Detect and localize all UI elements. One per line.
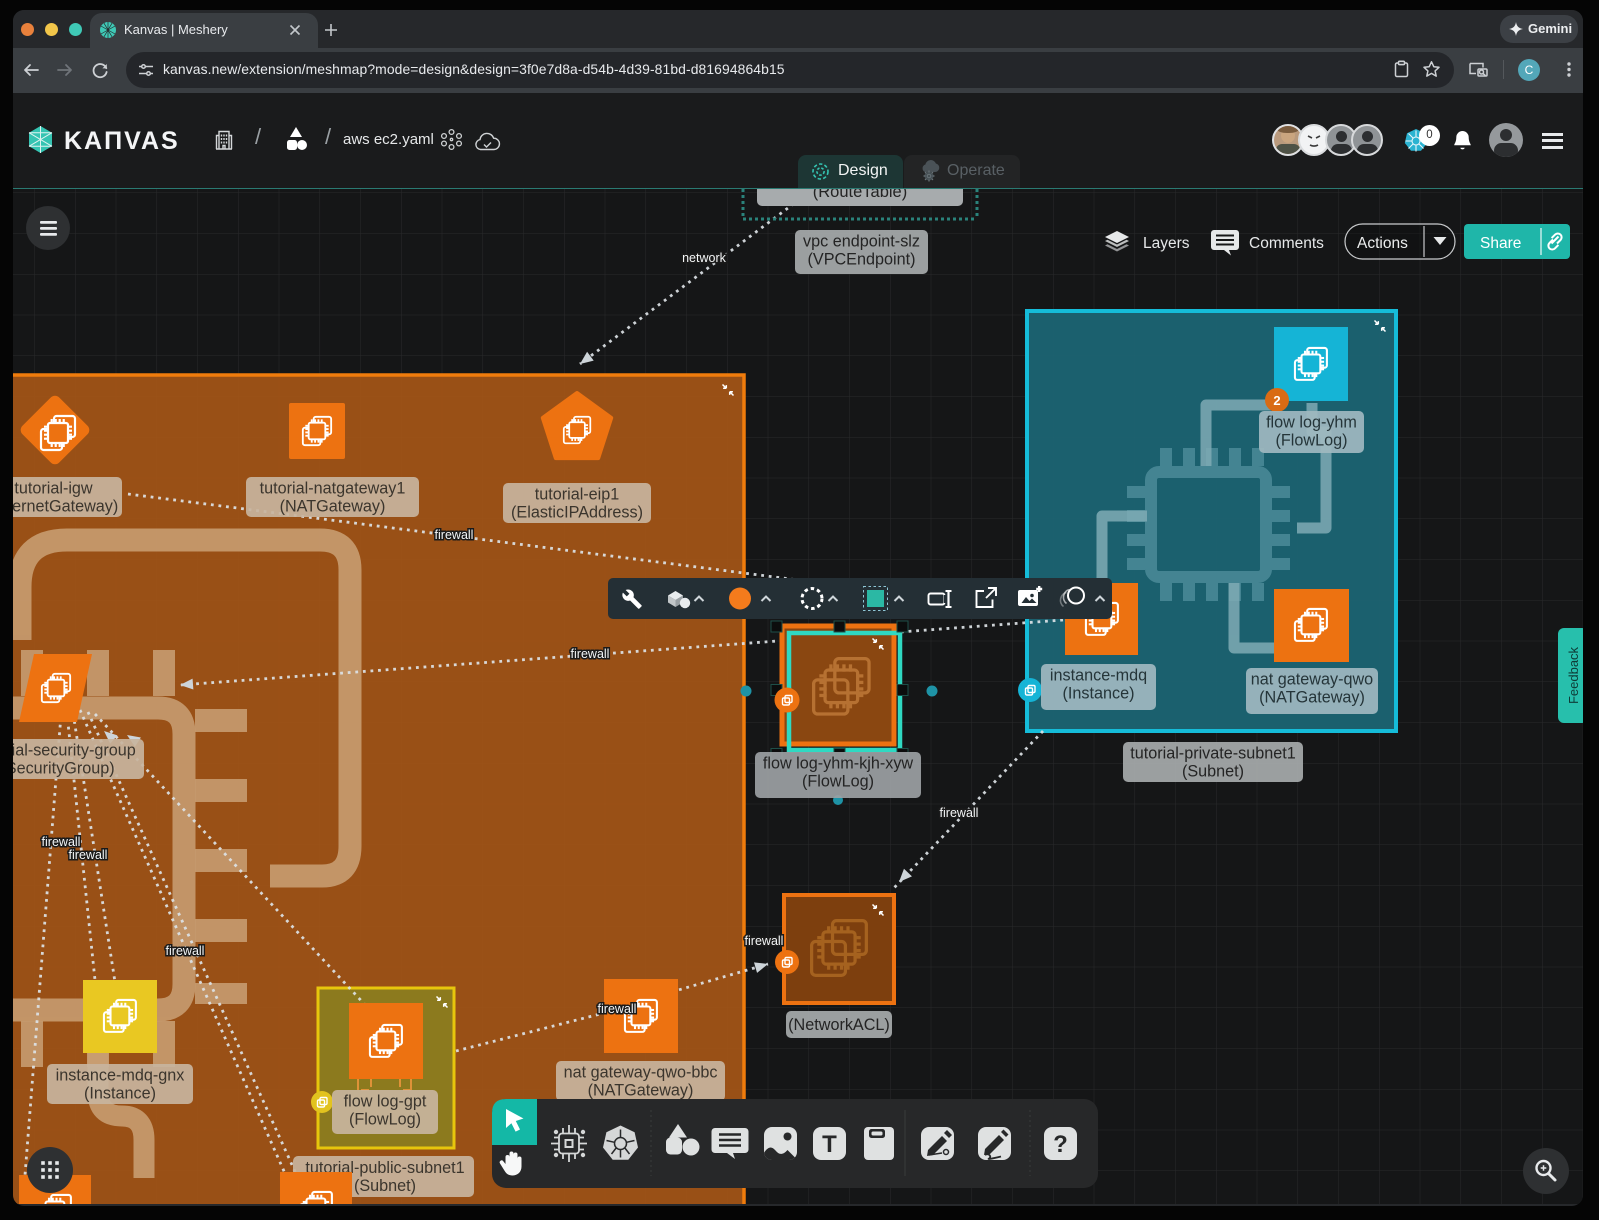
svg-text:flow log-yhm: flow log-yhm <box>1266 414 1357 432</box>
svg-text:Layers: Layers <box>1143 235 1190 252</box>
svg-text:network: network <box>682 251 727 265</box>
svg-text:tutorial-private-subnet1: tutorial-private-subnet1 <box>1130 745 1296 763</box>
svg-text:(Subnet): (Subnet) <box>354 1177 416 1195</box>
svg-text:(NATGateway): (NATGateway) <box>1259 689 1365 707</box>
svg-text:flow log-gpt: flow log-gpt <box>344 1093 427 1111</box>
svg-text:(ElasticIPAddress): (ElasticIPAddress) <box>511 504 643 522</box>
svg-text:(RouteTable): (RouteTable) <box>813 189 907 201</box>
svg-text:firewall: firewall <box>42 835 81 849</box>
svg-text:nat gateway-qwo-bbc: nat gateway-qwo-bbc <box>564 1064 718 1082</box>
svg-text:firewall: firewall <box>598 1002 637 1016</box>
svg-text:?: ? <box>1053 1131 1068 1158</box>
svg-text:firewall: firewall <box>69 848 108 862</box>
svg-text:(SecurityGroup): (SecurityGroup) <box>13 760 115 778</box>
svg-text:firewall: firewall <box>745 934 784 948</box>
svg-text:Feedback: Feedback <box>1566 646 1581 704</box>
svg-text:(NetworkACL): (NetworkACL) <box>788 1016 890 1034</box>
svg-text:tutorial-igw: tutorial-igw <box>14 480 93 498</box>
svg-text:instance-mdq: instance-mdq <box>1050 667 1147 685</box>
svg-text:Actions: Actions <box>1357 235 1408 252</box>
svg-text:firewall: firewall <box>571 647 610 661</box>
svg-text:(FlowLog): (FlowLog) <box>349 1111 421 1129</box>
svg-text:(FlowLog): (FlowLog) <box>802 773 874 791</box>
svg-text:flow log-yhm-kjh-xyw: flow log-yhm-kjh-xyw <box>763 755 914 773</box>
svg-text:(Instance): (Instance) <box>1063 685 1135 703</box>
svg-text:T: T <box>822 1131 837 1158</box>
svg-text:Comments: Comments <box>1249 235 1324 252</box>
svg-text:nat gateway-qwo: nat gateway-qwo <box>1251 671 1373 689</box>
svg-text:(NATGateway): (NATGateway) <box>588 1082 694 1100</box>
svg-text:(InternetGateway): (InternetGateway) <box>13 498 118 516</box>
svg-text:tutorial-security-group: tutorial-security-group <box>13 742 136 760</box>
svg-text:firewall: firewall <box>166 944 205 958</box>
svg-text:tutorial-eip1: tutorial-eip1 <box>535 486 620 504</box>
svg-text:tutorial-natgateway1: tutorial-natgateway1 <box>260 480 406 498</box>
svg-text:Share: Share <box>1480 235 1521 252</box>
svg-text:(Subnet): (Subnet) <box>1182 763 1244 781</box>
svg-text:(Instance): (Instance) <box>84 1085 156 1103</box>
svg-text:(VPCEndpoint): (VPCEndpoint) <box>808 251 916 269</box>
svg-text:(FlowLog): (FlowLog) <box>1276 432 1348 450</box>
svg-text:(NATGateway): (NATGateway) <box>280 498 386 516</box>
svg-text:firewall: firewall <box>940 806 979 820</box>
svg-text:2: 2 <box>1273 393 1280 408</box>
svg-text:instance-mdq-gnx: instance-mdq-gnx <box>56 1067 185 1085</box>
svg-text:firewall: firewall <box>435 528 474 542</box>
svg-text:vpc endpoint-slz: vpc endpoint-slz <box>803 233 920 251</box>
